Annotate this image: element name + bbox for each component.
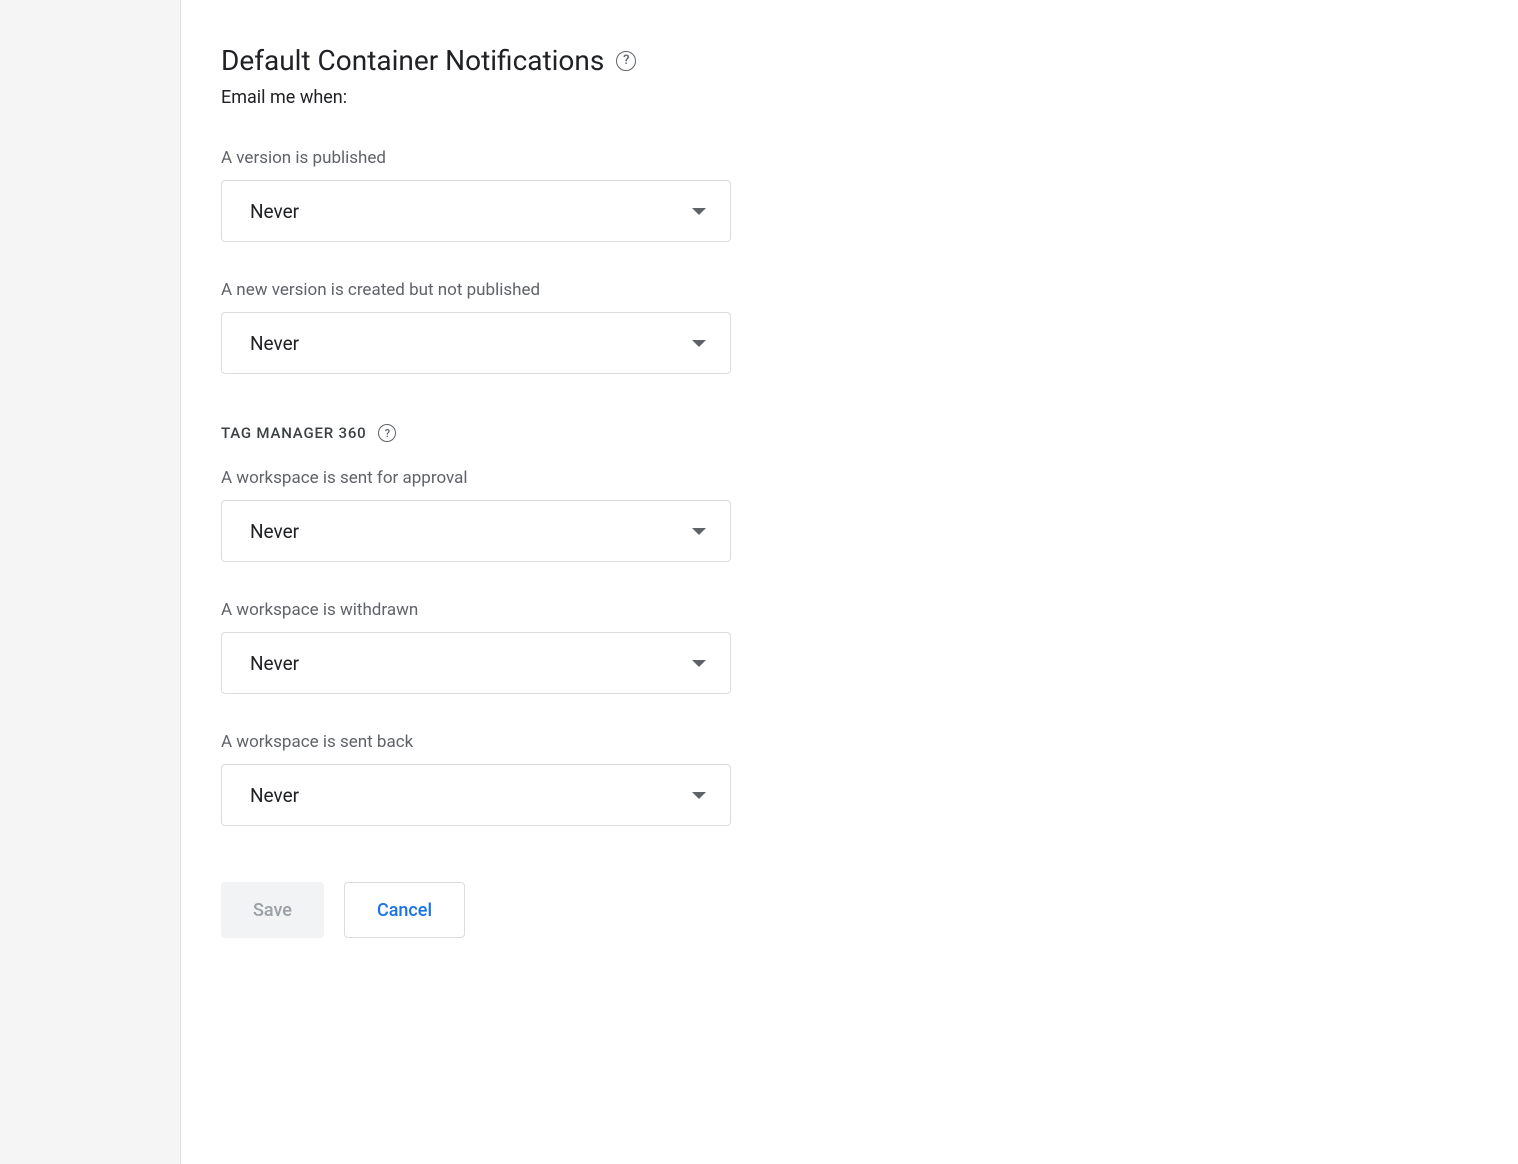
subtitle: Email me when: (221, 87, 1478, 108)
field-workspace-sent-back: A workspace is sent back Never (221, 732, 1478, 826)
field-workspace-approval: A workspace is sent for approval Never (221, 468, 1478, 562)
chevron-down-icon (692, 792, 706, 799)
help-icon[interactable]: ? (378, 424, 396, 442)
main-content: Default Container Notifications ? Email … (181, 0, 1518, 1164)
field-workspace-withdrawn: A workspace is withdrawn Never (221, 600, 1478, 694)
save-button[interactable]: Save (221, 882, 324, 938)
chevron-down-icon (692, 660, 706, 667)
section-360-heading-row: TAG MANAGER 360 ? (221, 424, 1478, 442)
sidebar (0, 0, 181, 1164)
help-icon[interactable]: ? (616, 51, 636, 71)
select-value: Never (250, 784, 299, 807)
field-label: A workspace is sent back (221, 732, 1478, 752)
select-version-created[interactable]: Never (221, 312, 731, 374)
chevron-down-icon (692, 340, 706, 347)
page-title: Default Container Notifications (221, 44, 604, 77)
chevron-down-icon (692, 208, 706, 215)
field-label: A workspace is withdrawn (221, 600, 1478, 620)
button-row: Save Cancel (221, 882, 1478, 938)
select-value: Never (250, 332, 299, 355)
select-value: Never (250, 652, 299, 675)
field-version-published: A version is published Never (221, 148, 1478, 242)
select-value: Never (250, 200, 299, 223)
select-version-published[interactable]: Never (221, 180, 731, 242)
chevron-down-icon (692, 528, 706, 535)
field-label: A version is published (221, 148, 1478, 168)
select-workspace-withdrawn[interactable]: Never (221, 632, 731, 694)
select-workspace-approval[interactable]: Never (221, 500, 731, 562)
select-value: Never (250, 520, 299, 543)
field-label: A workspace is sent for approval (221, 468, 1478, 488)
page-title-row: Default Container Notifications ? (221, 44, 1478, 77)
cancel-button[interactable]: Cancel (344, 882, 465, 938)
field-version-created: A new version is created but not publish… (221, 280, 1478, 374)
select-workspace-sent-back[interactable]: Never (221, 764, 731, 826)
section-360-heading: TAG MANAGER 360 (221, 424, 366, 442)
field-label: A new version is created but not publish… (221, 280, 1478, 300)
